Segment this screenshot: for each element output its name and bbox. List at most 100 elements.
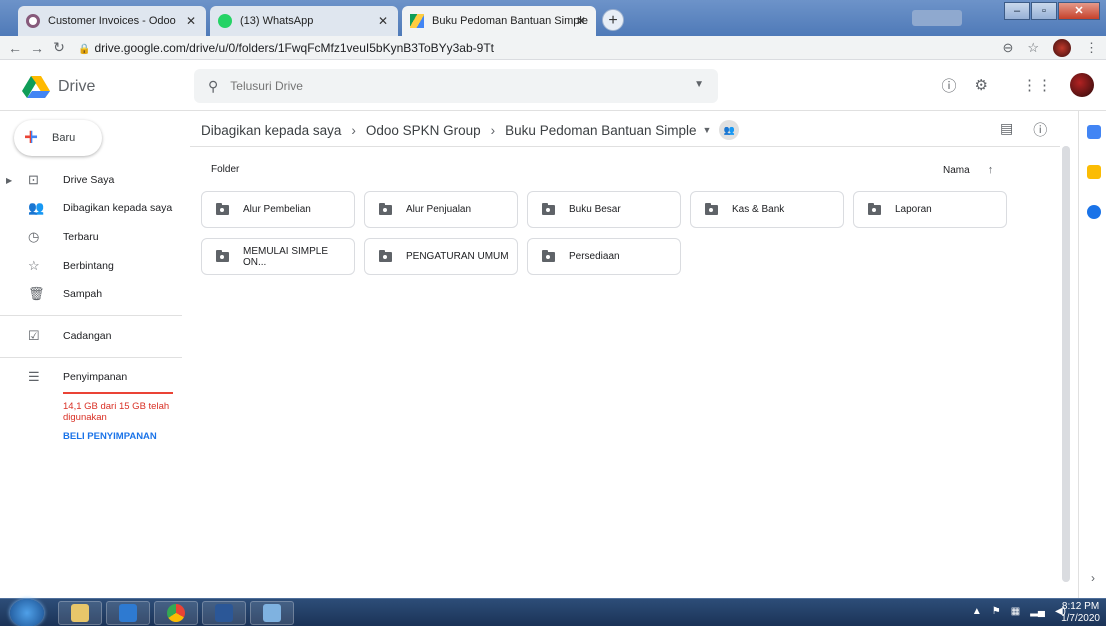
folder-name: MEMULAI SIMPLE ON... — [242, 245, 329, 268]
side-panel: › — [1078, 111, 1106, 598]
scroll-thumb[interactable] — [1062, 146, 1070, 582]
forward-arrow-icon[interactable]: → — [26, 40, 48, 56]
sidebar-item-storage[interactable]: ☰ Penyimpanan — [0, 363, 180, 391]
calendar-icon[interactable] — [1087, 125, 1101, 139]
bookmark-star-icon[interactable]: ☆ — [1027, 40, 1039, 56]
search-input[interactable] — [230, 79, 671, 93]
sidebar-item-my-drive[interactable]: ▶ ⊡ Drive Saya — [0, 166, 180, 194]
breadcrumb-item[interactable]: Dibagikan kepada saya — [201, 123, 341, 138]
shared-folder-icon — [705, 202, 718, 215]
info-icon[interactable]: ⓘ — [1033, 120, 1047, 140]
folder-card[interactable]: Laporan — [853, 191, 1007, 228]
close-tab-icon[interactable]: ✕ — [576, 14, 586, 28]
network-icon[interactable]: ▦ — [1011, 606, 1020, 617]
sidebar-item-label: Terbaru — [63, 231, 99, 243]
taskbar-explorer[interactable] — [58, 601, 102, 625]
address-bar-actions: ⊖ ☆ ⋮ — [1002, 39, 1098, 57]
sidebar-item-label: Dibagikan kepada saya — [63, 202, 173, 214]
expand-arrow-icon[interactable]: ▶ — [6, 176, 12, 185]
browser-menu-icon[interactable]: ⋮ — [1085, 40, 1098, 56]
profile-avatar[interactable] — [1053, 39, 1071, 57]
tray-expand-icon[interactable]: ▲ — [972, 606, 982, 617]
drive-logo-icon[interactable] — [22, 76, 50, 98]
folder-card[interactable]: Kas & Bank — [690, 191, 844, 228]
blurred-region — [912, 10, 962, 26]
taskbar-media[interactable] — [106, 601, 150, 625]
section-label-folder: Folder — [211, 164, 240, 175]
sidebar-item-starred[interactable]: ☆ Berbintang — [0, 252, 180, 280]
back-arrow-icon[interactable]: ← — [4, 40, 26, 56]
storage-icon: ☰ — [28, 369, 40, 384]
sidebar-item-label: Penyimpanan — [63, 371, 128, 383]
sort-ascending-icon[interactable]: ↑ — [988, 164, 994, 176]
browser-tab-strip: Customer Invoices - Odoo ✕ (13) WhatsApp… — [0, 0, 1106, 36]
url-field[interactable]: 🔒 drive.google.com/drive/u/0/folders/1Fwq… — [78, 41, 494, 55]
tab-odoo[interactable]: Customer Invoices - Odoo ✕ — [18, 6, 206, 36]
star-icon: ☆ — [28, 258, 40, 273]
shared-folder-icon — [216, 249, 229, 262]
folder-card[interactable]: Alur Pembelian — [201, 191, 355, 228]
sort-control[interactable]: Nama ↑ — [943, 164, 993, 176]
taskbar-chrome[interactable] — [154, 601, 198, 625]
sidebar-item-backup[interactable]: ☑ Cadangan — [0, 322, 180, 350]
folder-card[interactable]: Buku Besar — [527, 191, 681, 228]
tab-whatsapp[interactable]: (13) WhatsApp ✕ — [210, 6, 398, 36]
tab-title: Buku Pedoman Bantuan Simple — [432, 15, 588, 27]
settings-gear-icon[interactable]: ⚙ — [975, 76, 988, 94]
help-icon[interactable]: ⓘ — [942, 75, 957, 96]
expand-panel-icon[interactable]: › — [1091, 571, 1095, 585]
folder-name: Persediaan — [569, 251, 620, 262]
word-icon — [215, 604, 233, 622]
start-button[interactable] — [10, 599, 44, 626]
keep-icon[interactable] — [1087, 165, 1101, 179]
new-tab-button[interactable]: + — [602, 9, 624, 31]
system-clock[interactable]: 8:12 PM 1/7/2020 — [1061, 601, 1100, 625]
chevron-right-icon: › — [490, 122, 496, 138]
shared-people-icon[interactable]: 👥 — [719, 120, 740, 140]
folder-name: Alur Penjualan — [406, 204, 472, 215]
main-scrollbar[interactable] — [1062, 146, 1070, 582]
folder-name: PENGATURAN UMUM — [406, 251, 509, 262]
minimize-button[interactable]: – — [1004, 2, 1030, 20]
shared-folder-icon — [542, 202, 555, 215]
zoom-icon[interactable]: ⊖ — [1002, 40, 1013, 56]
taskbar-photos[interactable] — [250, 601, 294, 625]
tab-title: Customer Invoices - Odoo — [48, 15, 176, 27]
search-icon[interactable]: ⚲ — [208, 78, 218, 95]
breadcrumb-current[interactable]: Buku Pedoman Bantuan Simple — [505, 123, 696, 138]
search-options-icon[interactable]: ▼ — [694, 79, 704, 90]
new-button[interactable]: + Baru — [14, 120, 102, 156]
tab-drive[interactable]: Buku Pedoman Bantuan Simple ✕ — [402, 6, 596, 36]
close-tab-icon[interactable]: ✕ — [186, 14, 196, 28]
close-tab-icon[interactable]: ✕ — [378, 14, 388, 28]
folder-card[interactable]: Persediaan — [527, 238, 681, 275]
reload-icon[interactable]: ↻ — [48, 39, 70, 56]
shared-with-me-icon: 👥 — [28, 200, 45, 215]
storage-usage-text: 14,1 GB dari 15 GB telah digunakan — [63, 401, 170, 423]
chevron-down-icon[interactable]: ▼ — [703, 125, 712, 135]
sidebar-item-recent[interactable]: ◷ Terbaru — [0, 223, 180, 251]
trash-icon: 🗑 — [28, 286, 45, 301]
breadcrumb-item[interactable]: Odoo SPKN Group — [366, 123, 481, 138]
signal-icon[interactable]: ▂▄ — [1030, 606, 1045, 617]
maximize-button[interactable]: ▫ — [1031, 2, 1057, 20]
folder-card[interactable]: PENGATURAN UMUM — [364, 238, 518, 275]
search-box[interactable]: ⚲ ▼ — [194, 69, 718, 103]
buy-storage-link[interactable]: BELI PENYIMPANAN — [63, 431, 157, 442]
list-view-icon[interactable]: ▤ — [1000, 120, 1013, 140]
account-avatar[interactable] — [1070, 73, 1094, 97]
flag-icon[interactable]: ⚑ — [992, 606, 1001, 617]
recent-clock-icon: ◷ — [28, 229, 40, 244]
sidebar-item-label: Drive Saya — [63, 174, 115, 186]
breadcrumb: Dibagikan kepada saya › Odoo SPKN Group … — [201, 120, 740, 140]
sidebar-item-shared[interactable]: 👥 Dibagikan kepada saya — [0, 194, 180, 222]
sidebar-item-trash[interactable]: 🗑 Sampah — [0, 280, 180, 308]
header-actions: ⓘ ⚙ ⋮⋮ — [942, 73, 1094, 97]
apps-grid-icon[interactable]: ⋮⋮ — [1022, 76, 1052, 94]
tasks-icon[interactable] — [1087, 205, 1101, 219]
folder-card[interactable]: MEMULAI SIMPLE ON... — [201, 238, 355, 275]
close-window-button[interactable]: ✕ — [1058, 2, 1100, 20]
folder-card[interactable]: Alur Penjualan — [364, 191, 518, 228]
taskbar-word[interactable] — [202, 601, 246, 625]
folder-name: Kas & Bank — [732, 204, 785, 215]
